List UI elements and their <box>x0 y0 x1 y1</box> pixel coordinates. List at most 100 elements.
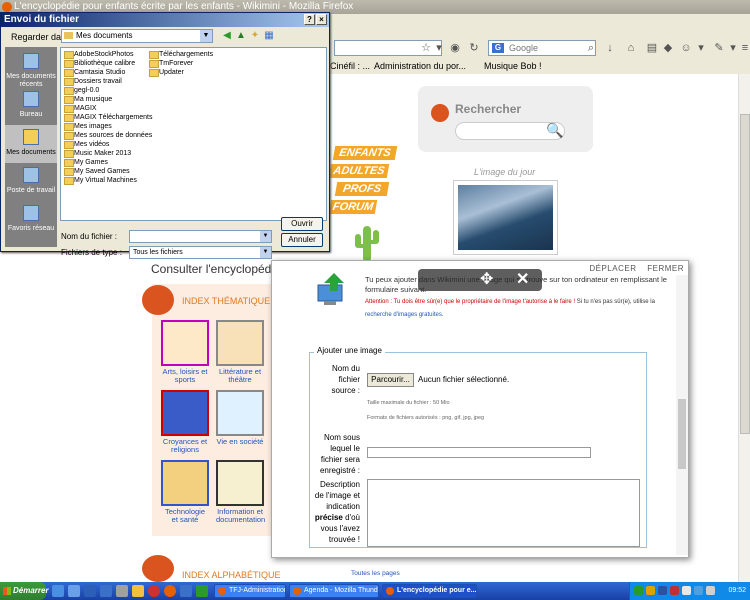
save-name-input[interactable] <box>367 447 591 458</box>
place-my-documents[interactable]: Mes documents <box>5 125 57 163</box>
help-button[interactable]: ? <box>304 14 315 25</box>
list-item[interactable]: AdobeStockPhotos <box>64 50 134 59</box>
image-of-day[interactable] <box>453 180 558 255</box>
sign-adultes[interactable]: ADULTES <box>328 164 390 178</box>
star-icon[interactable]: ☆ <box>419 41 433 55</box>
scrollbar-thumb[interactable] <box>740 114 750 434</box>
scrollbar-thumb[interactable] <box>678 399 686 469</box>
tray-icon[interactable] <box>670 586 679 595</box>
back-icon[interactable]: ◀ <box>221 30 233 42</box>
bookmark-item[interactable]: Musique Bob ! <box>484 61 542 71</box>
quicklaunch-icon[interactable] <box>180 585 192 597</box>
move-icon[interactable]: ✥ <box>480 269 493 291</box>
reload-icon[interactable]: ↻ <box>467 41 481 55</box>
dropdown-arrow-icon[interactable]: ▾ <box>432 41 446 55</box>
tray-icon[interactable] <box>634 586 643 595</box>
filetype-select[interactable]: Tous les fichiers ▼ <box>129 246 272 259</box>
page-scrollbar[interactable] <box>738 74 750 582</box>
rss-icon[interactable]: ◉ <box>448 41 462 55</box>
list-item[interactable]: My Games <box>64 158 108 167</box>
magnifier-icon[interactable]: 🔍 <box>546 122 563 139</box>
quicklaunch-icon[interactable] <box>68 585 80 597</box>
quicklaunch-icon[interactable] <box>196 585 208 597</box>
quicklaunch-icon[interactable] <box>132 585 144 597</box>
volume-icon[interactable] <box>694 586 703 595</box>
category-societe[interactable]: Vie en société <box>216 390 264 446</box>
free-images-link[interactable]: recherche d'images gratuites <box>365 312 442 318</box>
start-button[interactable]: Démarrer <box>0 582 49 600</box>
firefox-icon[interactable] <box>164 585 176 597</box>
category-croyances[interactable]: Croyances et religions <box>161 390 209 454</box>
task-agenda[interactable]: Agenda - Mozilla Thunde... <box>289 584 379 598</box>
look-in-select[interactable]: Mes documents ▼ <box>61 29 213 43</box>
sign-forum[interactable]: FORUM <box>328 200 378 214</box>
modal-scrollbar[interactable] <box>676 275 688 555</box>
search-icon[interactable]: ⌕ <box>584 41 598 55</box>
sign-profs[interactable]: PROFS <box>334 182 390 196</box>
quicklaunch-icon[interactable] <box>100 585 112 597</box>
list-item[interactable]: Camtasia Studio <box>64 68 125 77</box>
drag-overlay[interactable]: ✥ ✕ <box>418 269 542 291</box>
filename-input[interactable]: ▼ <box>129 230 272 243</box>
list-item[interactable]: Ma musique <box>64 95 112 104</box>
list-item[interactable]: Updater <box>149 68 184 77</box>
home-icon[interactable]: ⌂ <box>624 41 638 55</box>
sign-enfants[interactable]: ENFANTS <box>332 146 398 160</box>
place-desktop[interactable]: Bureau <box>5 87 57 125</box>
list-item[interactable]: Téléchargements <box>149 50 213 59</box>
list-item[interactable]: Mes vidéos <box>64 140 109 149</box>
place-my-computer[interactable]: Poste de travail <box>5 163 57 201</box>
tools-icon[interactable]: ✎ <box>712 41 726 55</box>
file-list[interactable]: AdobeStockPhotos Bibliothèque calibre Ca… <box>60 47 327 221</box>
tray-icon[interactable] <box>682 586 691 595</box>
place-recent[interactable]: Mes documents récents <box>5 49 57 88</box>
bookmark-item[interactable]: Administration du por... <box>374 61 466 71</box>
list-item[interactable]: Mes images <box>64 122 112 131</box>
chevron-down-icon[interactable]: ▼ <box>260 231 271 242</box>
all-pages-link[interactable]: Toutes les pages <box>351 570 400 577</box>
new-folder-icon[interactable]: ✦ <box>249 30 261 42</box>
tray-icon[interactable] <box>706 586 715 595</box>
list-item[interactable]: Dossiers travail <box>64 77 122 86</box>
place-network[interactable]: Favoris réseau <box>5 201 57 239</box>
category-technologie[interactable]: Technologie et santé <box>161 460 209 524</box>
tray-icon[interactable] <box>646 586 655 595</box>
menu-icon[interactable]: ≡ <box>738 41 750 55</box>
search-engine-box[interactable]: G Google <box>488 40 596 56</box>
dropdown-arrow-icon[interactable]: ▾ <box>694 41 708 55</box>
move-button[interactable]: DÉPLACER <box>589 264 636 273</box>
close-button[interactable]: × <box>316 14 327 25</box>
category-information[interactable]: Information et documentation <box>216 460 265 524</box>
list-item[interactable]: Bibliothèque calibre <box>64 59 135 68</box>
list-item[interactable]: gegl-0.0 <box>64 86 99 95</box>
list-item[interactable]: MAGIX <box>64 104 97 113</box>
quicklaunch-icon[interactable] <box>52 585 64 597</box>
close-icon[interactable]: ✕ <box>516 269 529 291</box>
download-icon[interactable]: ↓ <box>603 41 617 55</box>
view-menu-icon[interactable]: ▦ <box>263 30 275 42</box>
task-tfj-admin[interactable]: TFJ-Administration <box>214 584 286 598</box>
list-item[interactable]: My Saved Games <box>64 167 130 176</box>
list-item[interactable]: MAGIX Téléchargements <box>64 113 152 122</box>
list-item[interactable]: TmForever <box>149 59 193 68</box>
tray-icon[interactable] <box>658 586 667 595</box>
word-icon[interactable] <box>84 585 96 597</box>
quicklaunch-icon[interactable] <box>116 585 128 597</box>
description-textarea[interactable] <box>367 479 640 547</box>
smiley-icon[interactable]: ☺ <box>679 41 693 55</box>
up-folder-icon[interactable]: ▲ <box>235 30 247 42</box>
list-item[interactable]: Music Maker 2013 <box>64 149 131 158</box>
list-item[interactable]: My Virtual Machines <box>64 176 137 185</box>
close-modal-button[interactable]: FERMER <box>647 264 684 273</box>
cancel-button[interactable]: Annuler <box>281 233 323 247</box>
list-item[interactable]: Mes sources de données <box>64 131 152 140</box>
bookmarks-icon[interactable]: ▤ <box>645 41 659 55</box>
bookmark-item[interactable]: Cinéfil : ... <box>330 61 370 71</box>
open-button[interactable]: Ouvrir <box>281 217 323 231</box>
addon-icon[interactable]: ◆ <box>661 41 675 55</box>
opera-icon[interactable] <box>148 585 160 597</box>
category-arts[interactable]: Arts, loisirs et sports <box>161 320 209 384</box>
task-encyclopedie[interactable]: L'encyclopédie pour e... <box>382 584 477 598</box>
category-litterature[interactable]: Littérature et théâtre <box>216 320 264 384</box>
browse-button[interactable]: Parcourir... <box>367 373 414 387</box>
